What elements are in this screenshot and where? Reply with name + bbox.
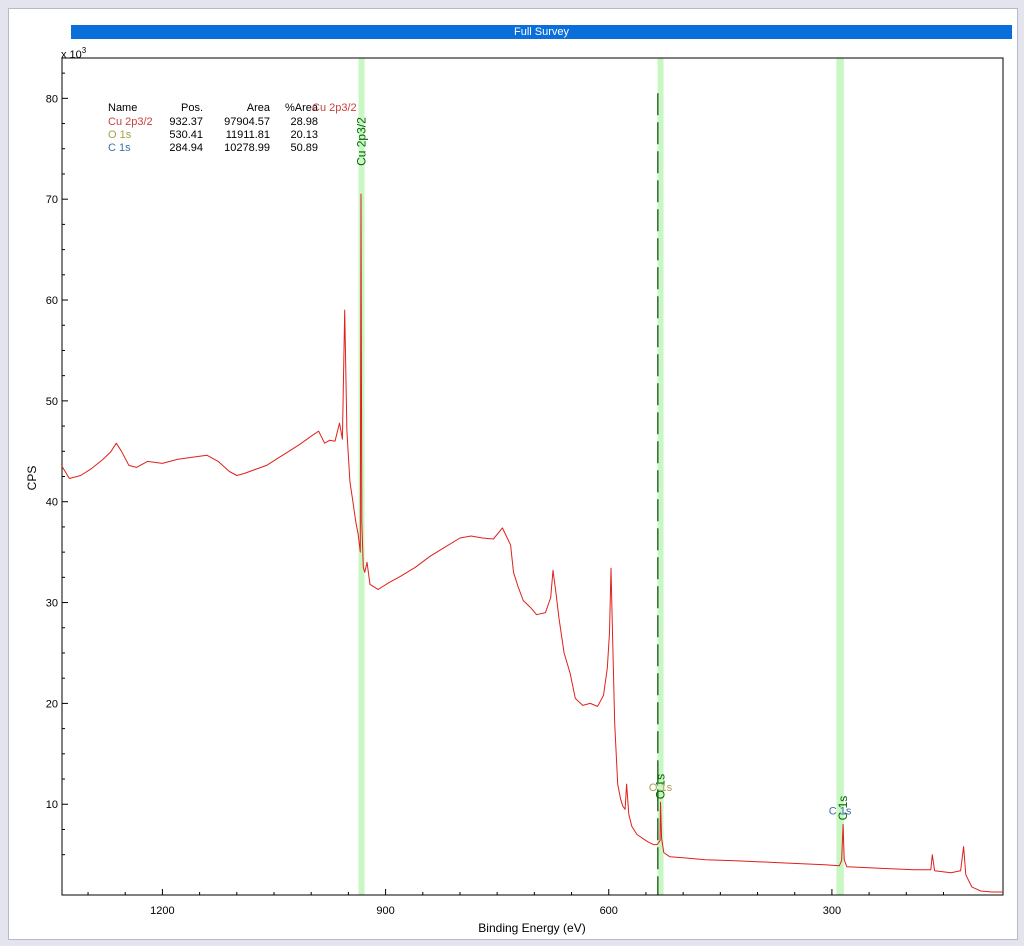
table-header: Name	[108, 102, 137, 114]
y-tick-label: 20	[46, 698, 58, 710]
table-cell: 97904.57	[224, 116, 270, 128]
x-tick-label: 1200	[150, 905, 174, 917]
y-tick-label: 50	[46, 396, 58, 408]
table-cell: 50.89	[290, 142, 318, 154]
y-tick-label: 30	[46, 598, 58, 610]
y-tick-label: 70	[46, 194, 58, 206]
table-cell: 11911.81	[226, 129, 270, 141]
table-cell: 284.94	[169, 142, 203, 154]
x-axis-title: Binding Energy (eV)	[478, 921, 585, 935]
x-tick-label: 600	[600, 905, 618, 917]
peak-region	[836, 58, 844, 895]
x-tick-label: 900	[376, 905, 394, 917]
y-tick-label: 60	[46, 295, 58, 307]
table-cell: 530.41	[169, 129, 203, 141]
plot-frame	[61, 57, 1004, 896]
table-row-name: O 1s	[108, 129, 132, 141]
annotations: Cu 2p3/2O 1sC 1sO 1sC 1s	[355, 117, 852, 821]
table-header: Area	[247, 102, 271, 114]
table-overlay-label: Cu 2p3/2	[312, 102, 357, 114]
peak-table: Name Pos. Area %AreaCu 2p3/2Cu 2p3/2 932.37 9…	[108, 102, 357, 154]
table-row-name: Cu 2p3/2	[108, 116, 153, 128]
peak-regions	[358, 58, 844, 895]
axes: 10 20 30 40 50 60 70 80 1200 900 600 300	[46, 57, 1004, 917]
spectrum-line	[61, 193, 1003, 893]
table-header: Pos.	[181, 102, 203, 114]
y-tick-label: 10	[46, 799, 58, 811]
y-axis-title: CPS	[25, 466, 39, 491]
region-label: C 1s	[829, 805, 852, 817]
peak-label: Cu 2p3/2	[355, 117, 369, 166]
x-tick-label: 300	[823, 905, 841, 917]
series-layer	[61, 193, 1003, 893]
table-cell: 10278.99	[224, 142, 270, 154]
table-row-name: C 1s	[108, 142, 131, 154]
table-cell: 20.13	[290, 129, 318, 141]
spectrum-chart: x 103 10 20 30 40 50 60 70 80 1200 900 600 300 Cu 2…	[25, 46, 1004, 935]
table-cell: 932.37	[169, 116, 203, 128]
table-cell: 28.98	[290, 116, 318, 128]
y-tick-label: 40	[46, 497, 58, 509]
y-multiplier-label: x 103	[61, 46, 87, 61]
y-tick-label: 80	[46, 93, 58, 105]
region-label: O 1s	[649, 782, 673, 794]
